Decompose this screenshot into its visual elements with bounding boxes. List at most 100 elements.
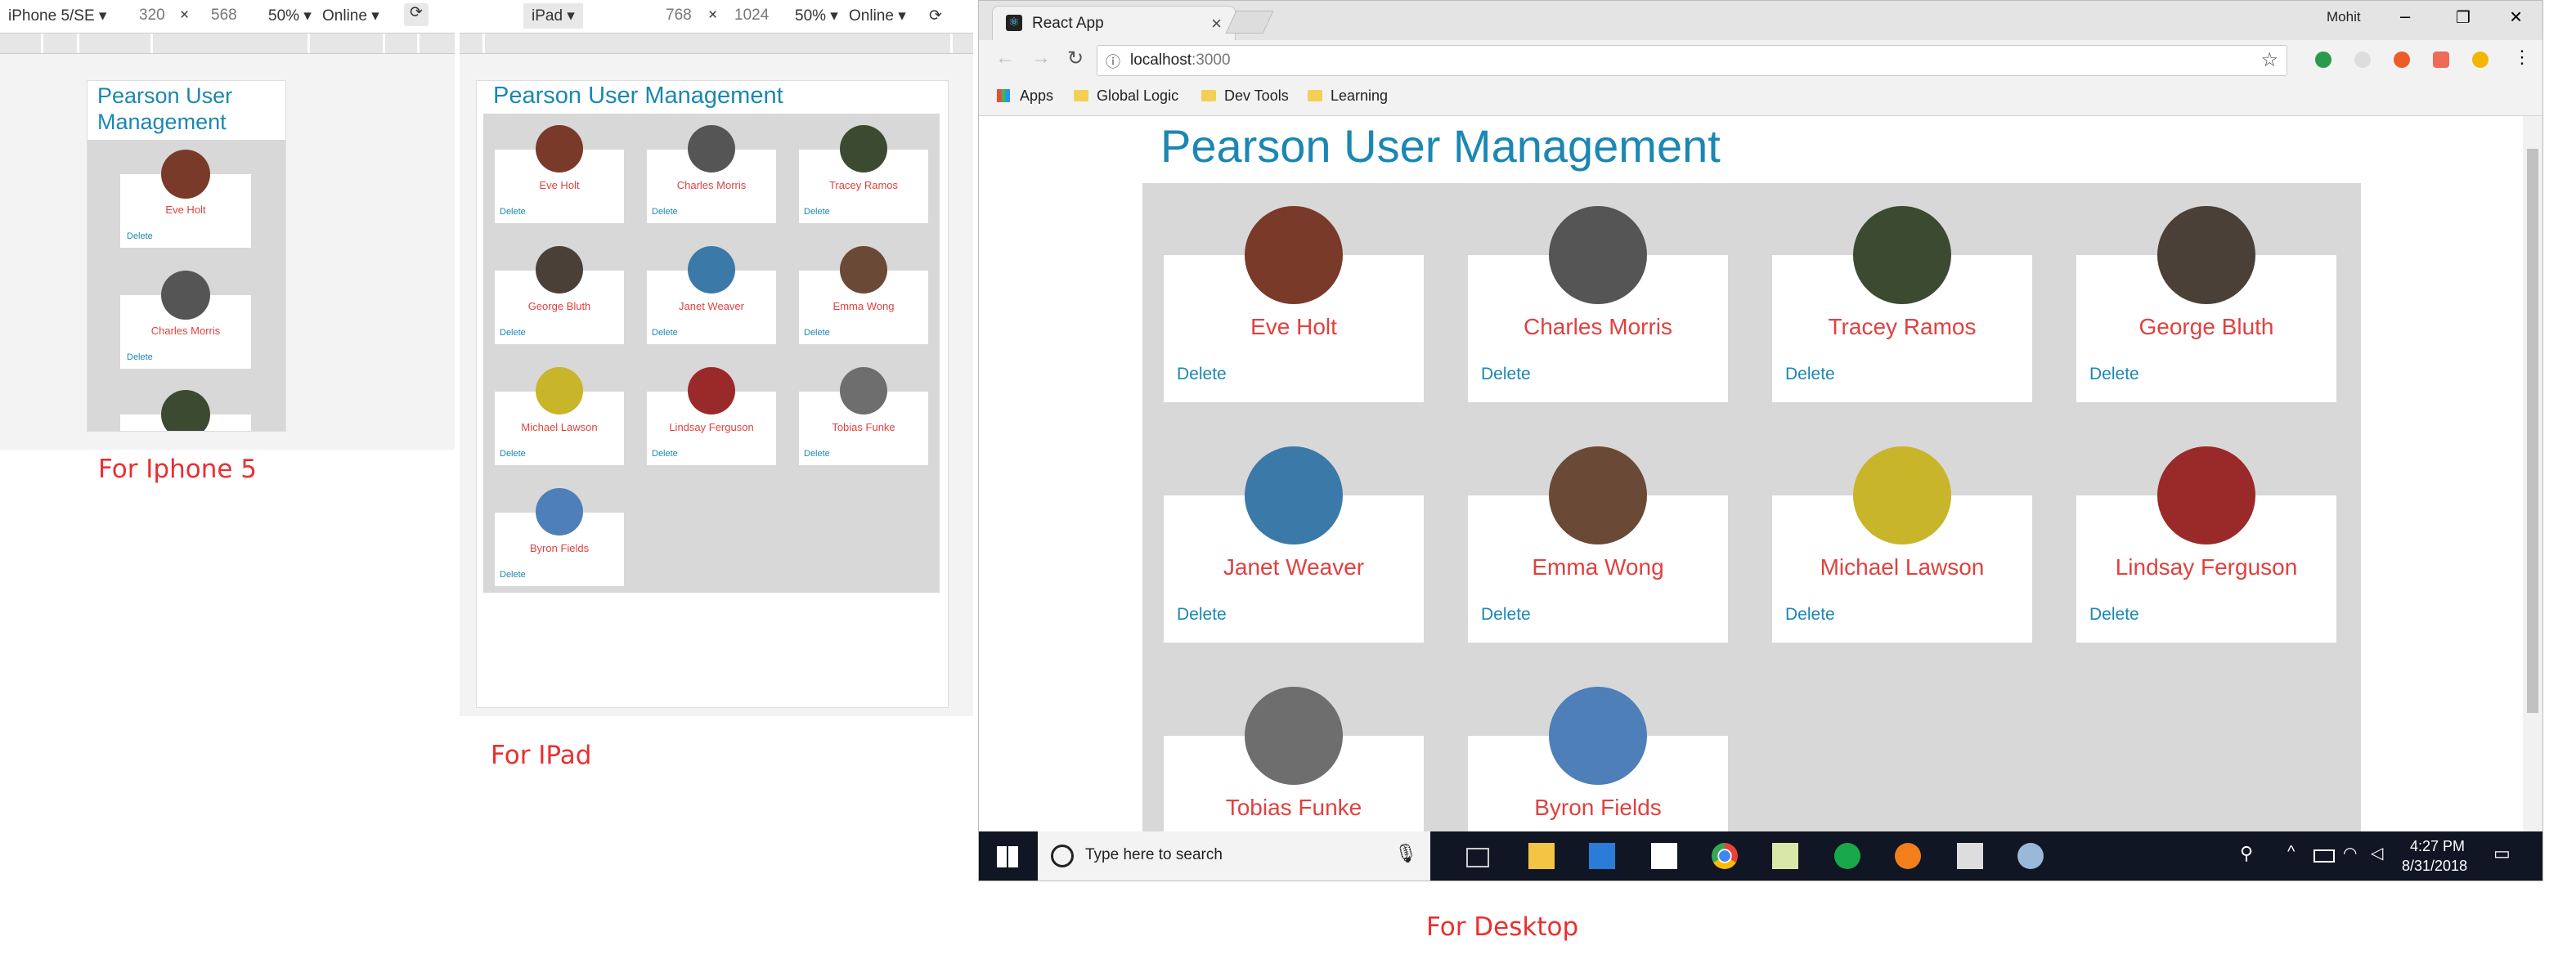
- apps-grid-icon: [997, 89, 1010, 102]
- iphone-device-toolbar: iPhone 5/SE ▾ 320 × 568 50% ▾ Online ▾ ⟳: [0, 0, 458, 31]
- address-bar[interactable]: ⓘ localhost:3000 ☆: [1097, 45, 2287, 76]
- clock-date[interactable]: 8/31/2018: [2402, 858, 2467, 875]
- paint-icon[interactable]: [2017, 843, 2044, 869]
- menu-icon[interactable]: ⋮: [2513, 47, 2531, 68]
- extension-icon[interactable]: [2315, 52, 2331, 68]
- reload-icon[interactable]: ↻: [1067, 47, 1084, 70]
- delete-link[interactable]: Delete: [2089, 365, 2139, 384]
- close-window-icon[interactable]: ×: [2510, 4, 2522, 29]
- extension-icon[interactable]: [2394, 52, 2410, 68]
- bookmark-star-icon[interactable]: ☆: [2260, 48, 2278, 72]
- device-select[interactable]: iPhone 5/SE ▾: [8, 7, 106, 25]
- extension-icon[interactable]: [2472, 52, 2488, 68]
- minimize-icon[interactable]: –: [2400, 6, 2410, 27]
- delete-link[interactable]: Delete: [804, 449, 830, 459]
- delete-link[interactable]: Delete: [1481, 605, 1531, 625]
- apps-label: Apps: [1020, 87, 1054, 104]
- delete-link[interactable]: Delete: [127, 352, 153, 362]
- tray-chevron-up-icon[interactable]: ^: [2287, 843, 2295, 862]
- user-name: Lindsay Ferguson: [2115, 554, 2298, 580]
- height-input[interactable]: 1024: [734, 7, 769, 25]
- hangouts-icon[interactable]: [1834, 843, 1860, 869]
- avatar: [536, 488, 583, 536]
- wifi-icon[interactable]: ◠: [2343, 843, 2357, 863]
- user-name: Michael Lawson: [1820, 554, 1985, 580]
- taskbar-search[interactable]: Type here to search 🎙: [1038, 831, 1430, 881]
- excel-sheet-icon[interactable]: [1772, 843, 1798, 869]
- calculator-icon[interactable]: [1957, 843, 1983, 869]
- vscode-icon[interactable]: [1589, 843, 1615, 869]
- delete-link[interactable]: Delete: [500, 570, 526, 580]
- device-name: iPad: [532, 7, 563, 25]
- delete-link[interactable]: Delete: [500, 328, 526, 338]
- user-name: George Bluth: [2138, 314, 2274, 339]
- caption-desktop: For Desktop: [1426, 912, 1579, 942]
- task-view-icon[interactable]: [1466, 848, 1489, 867]
- page-title: Pearson User Management: [1160, 120, 1721, 172]
- chrome-icon[interactable]: [1712, 843, 1738, 869]
- width-input[interactable]: 768: [666, 7, 692, 25]
- page-scrollbar[interactable]: [2523, 116, 2542, 831]
- delete-link[interactable]: Delete: [1177, 605, 1227, 625]
- height-input[interactable]: 568: [211, 7, 237, 25]
- avatar: [536, 246, 583, 294]
- bookmark-global-logic[interactable]: Global Logic: [1074, 87, 1178, 105]
- close-tab-icon[interactable]: ×: [1211, 13, 1222, 34]
- rotate-icon[interactable]: ⟳: [929, 7, 942, 25]
- sticky-notes-icon[interactable]: [1651, 843, 1677, 869]
- delete-link[interactable]: Delete: [2089, 605, 2139, 625]
- delete-link[interactable]: Delete: [652, 328, 678, 338]
- user-name: Charles Morris: [150, 325, 221, 337]
- rotate-icon[interactable]: ⟳: [404, 3, 429, 26]
- delete-link[interactable]: Delete: [804, 207, 830, 217]
- user-card: Tracey Ramos Delete: [1772, 206, 2032, 402]
- battery-icon[interactable]: [2313, 849, 2335, 863]
- delete-link[interactable]: Delete: [804, 328, 830, 338]
- caption-ipad: For IPad: [491, 741, 592, 770]
- delete-link[interactable]: Delete: [1481, 365, 1531, 384]
- url-host: localhost: [1130, 52, 1192, 69]
- width-input[interactable]: 320: [139, 7, 165, 25]
- microphone-icon[interactable]: 🎙: [1394, 843, 1417, 864]
- user-card: Lindsay Ferguson Delete: [647, 367, 776, 465]
- network-select[interactable]: Online ▾: [322, 7, 379, 25]
- zoom-select[interactable]: 50% ▾: [795, 7, 838, 25]
- extension-icon[interactable]: [2354, 52, 2371, 68]
- browser-tab[interactable]: ⚛ React App ×: [992, 6, 1236, 41]
- restore-icon[interactable]: ❐: [2456, 7, 2471, 28]
- delete-link[interactable]: Delete: [1785, 365, 1835, 384]
- scroll-thumb[interactable]: [2527, 149, 2538, 713]
- clock-time[interactable]: 4:27 PM: [2410, 838, 2465, 855]
- network-select[interactable]: Online ▾: [849, 7, 906, 25]
- user-name: Tobias Funke: [1225, 795, 1362, 820]
- profile-name[interactable]: Mohit: [2327, 9, 2361, 25]
- volume-icon[interactable]: ◁: [2371, 843, 2383, 863]
- bookmark-learning[interactable]: Learning: [1308, 87, 1388, 105]
- device-select[interactable]: iPad ▾: [523, 3, 583, 29]
- delete-link[interactable]: Delete: [1177, 365, 1227, 384]
- page-title: Pearson User Management: [97, 83, 232, 135]
- delete-link[interactable]: Delete: [652, 449, 678, 459]
- bookmark-dev-tools[interactable]: Dev Tools: [1201, 87, 1289, 105]
- user-card: Byron Fields Delete: [495, 488, 624, 586]
- avatar: [840, 246, 887, 294]
- file-explorer-icon[interactable]: [1528, 843, 1555, 869]
- avatar: [688, 125, 735, 173]
- delete-link[interactable]: Delete: [127, 231, 153, 241]
- iphone-viewport: Pearson User Management Eve Holt Delete …: [87, 80, 286, 432]
- back-icon[interactable]: ←: [995, 47, 1015, 69]
- user-name: Emma Wong: [1532, 554, 1664, 580]
- delete-link[interactable]: Delete: [500, 207, 526, 217]
- apps-bookmark[interactable]: Apps: [997, 87, 1053, 105]
- people-icon[interactable]: ⚲: [2240, 843, 2253, 864]
- notifications-icon[interactable]: ▭: [2493, 843, 2511, 864]
- zoom-select[interactable]: 50% ▾: [268, 7, 312, 25]
- extension-icon[interactable]: [2433, 52, 2449, 68]
- windows-start-icon[interactable]: [997, 846, 1018, 867]
- delete-link[interactable]: Delete: [652, 207, 678, 217]
- delete-link[interactable]: Delete: [1785, 605, 1835, 625]
- firefox-icon[interactable]: [1895, 843, 1921, 869]
- user-name: Tracey Ramos: [1828, 314, 1977, 339]
- delete-link[interactable]: Delete: [500, 449, 526, 459]
- forward-icon[interactable]: →: [1031, 47, 1051, 69]
